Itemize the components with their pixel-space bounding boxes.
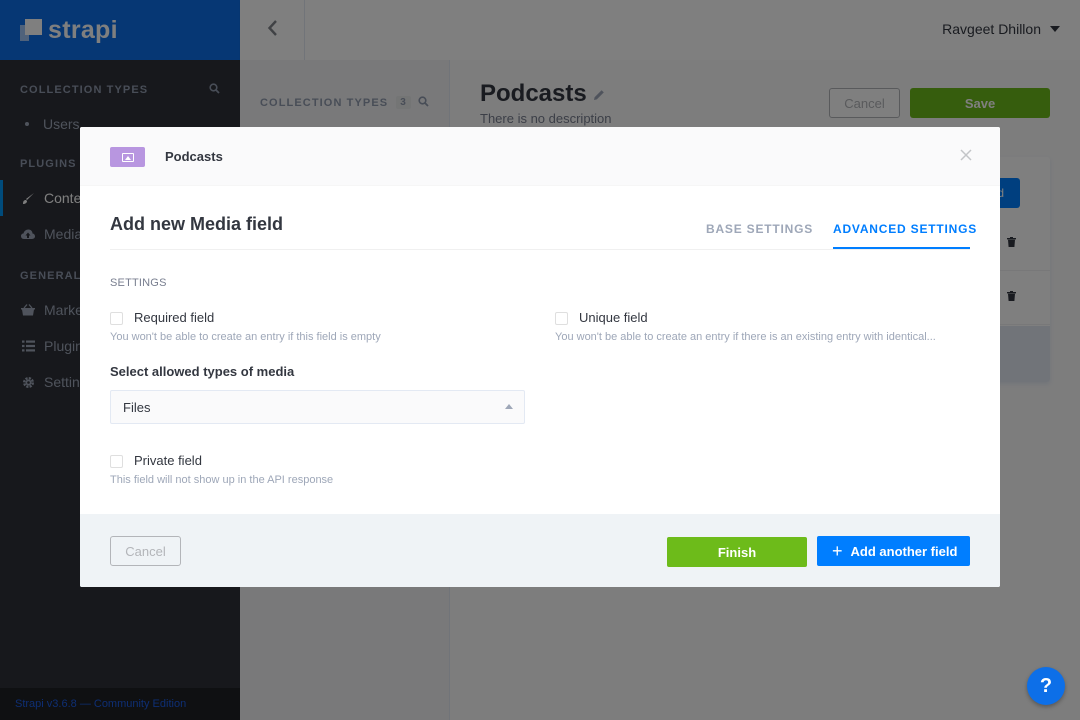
media-types-value: Files [123, 399, 151, 415]
plus-icon: + [832, 541, 843, 561]
unique-field-description: You won't be able to create an entry if … [555, 331, 936, 343]
modal-footer: Cancel Finish + Add another field [80, 514, 1000, 587]
media-types-label: Select allowed types of media [110, 364, 295, 379]
image-icon [121, 152, 134, 162]
required-field-description: You won't be able to create an entry if … [110, 331, 381, 343]
private-field-checkbox[interactable] [110, 455, 123, 468]
media-type-icon [110, 147, 145, 167]
tabs-divider [110, 249, 970, 250]
private-field-label[interactable]: Private field [134, 453, 202, 468]
add-field-modal: Podcasts Add new Media field BASE SETTIN… [80, 127, 1000, 587]
cancel-button[interactable]: Cancel [110, 536, 181, 566]
unique-field-checkbox[interactable] [555, 312, 568, 325]
modal-content-type-name: Podcasts [165, 149, 223, 164]
help-button[interactable]: ? [1027, 667, 1065, 705]
required-field-label[interactable]: Required field [134, 310, 214, 325]
tab-base-settings[interactable]: BASE SETTINGS [706, 222, 813, 236]
modal-title: Add new Media field [110, 214, 284, 234]
add-another-field-button[interactable]: + Add another field [817, 536, 970, 566]
tab-advanced-settings[interactable]: ADVANCED SETTINGS [833, 222, 977, 236]
settings-section-label: SETTINGS [110, 277, 167, 289]
media-types-select[interactable]: Files [110, 390, 525, 424]
required-field-checkbox[interactable] [110, 312, 123, 325]
add-another-field-label: Add another field [850, 543, 958, 559]
active-tab-indicator [833, 247, 970, 249]
close-icon[interactable] [960, 144, 972, 167]
private-field-description: This field will not show up in the API r… [110, 474, 334, 486]
unique-field-label[interactable]: Unique field [579, 310, 648, 325]
modal-header: Podcasts [80, 127, 1000, 186]
caret-up-icon [505, 404, 513, 409]
finish-button[interactable]: Finish [667, 537, 807, 567]
